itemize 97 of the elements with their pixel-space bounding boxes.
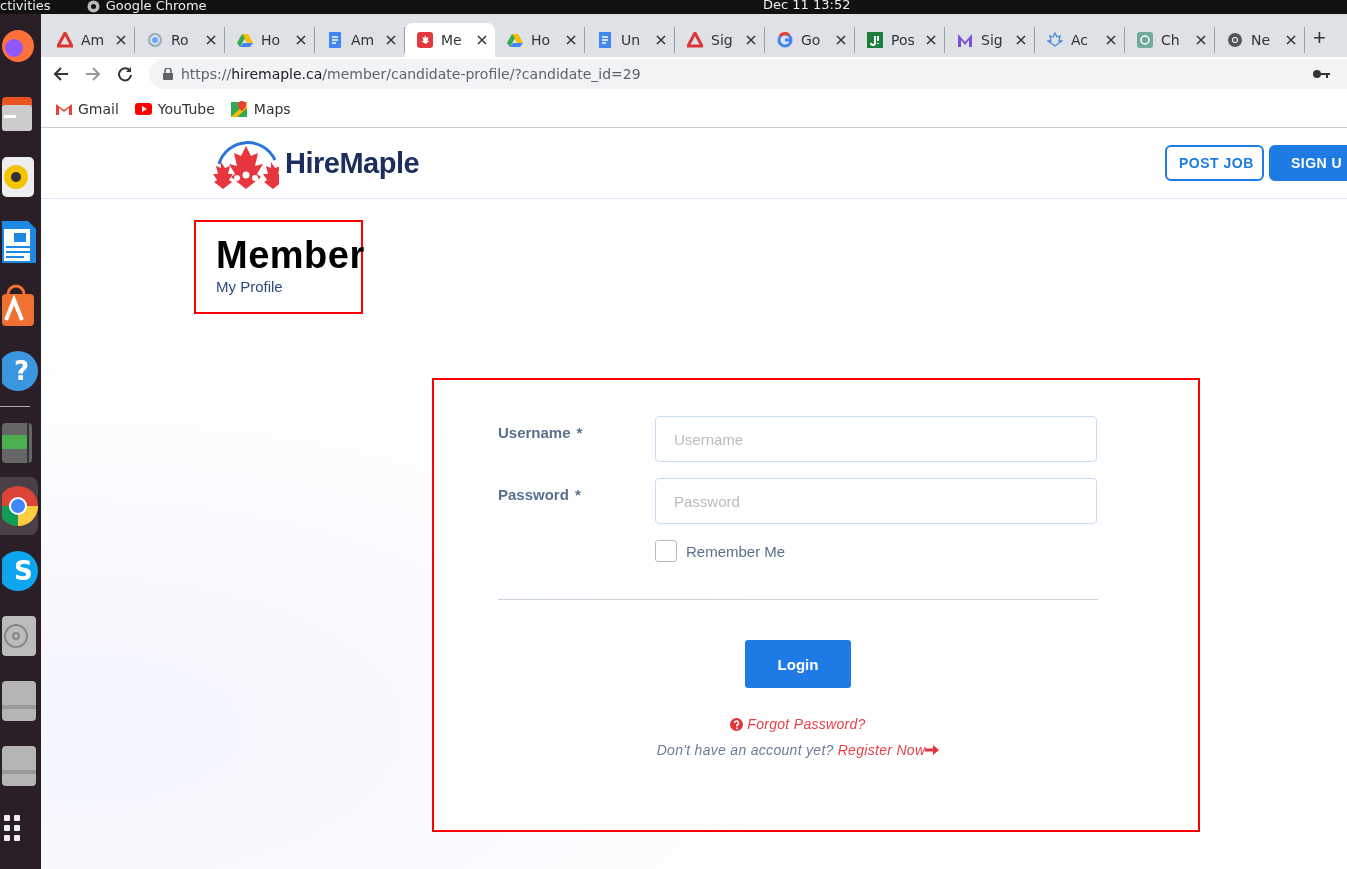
chrome-logo-icon xyxy=(1227,32,1243,48)
close-icon[interactable] xyxy=(1196,35,1206,45)
triangle-logo-icon xyxy=(57,32,73,48)
close-icon[interactable] xyxy=(1286,35,1296,45)
register-link[interactable]: Register Now xyxy=(837,742,926,758)
leaf-outline-icon xyxy=(1047,32,1063,48)
forgot-password-link[interactable]: Forgot Password? xyxy=(747,716,866,732)
close-icon[interactable] xyxy=(746,35,756,45)
icon-glyph: S xyxy=(14,555,33,587)
browser-tab[interactable]: Ho xyxy=(225,27,315,53)
browser-tab[interactable]: Sig xyxy=(675,27,765,53)
tab-title: Ac xyxy=(1071,32,1090,48)
close-icon[interactable] xyxy=(566,35,576,45)
close-icon[interactable] xyxy=(1106,35,1116,45)
input-field[interactable]: Username xyxy=(655,416,1097,462)
tab-title: Me xyxy=(441,32,463,48)
help-icon[interactable] xyxy=(2,349,38,393)
tab-title: Am xyxy=(351,32,376,48)
close-icon[interactable] xyxy=(116,35,126,45)
chrome-logo-icon[interactable] xyxy=(2,484,38,528)
browser-tab[interactable]: Pos xyxy=(855,27,945,53)
question-icon xyxy=(730,717,744,731)
close-icon[interactable] xyxy=(206,35,216,45)
address-bar[interactable]: https://hiremaple.ca/member/candidate-profile/?candidate_id=29 xyxy=(149,58,1347,89)
close-icon[interactable] xyxy=(656,35,666,45)
drive-triangle-icon xyxy=(237,32,253,48)
storage-drive-icon[interactable] xyxy=(2,744,38,788)
bookmark[interactable]: Maps xyxy=(230,100,291,117)
tab-title: Sig xyxy=(981,32,1004,48)
right-arrow-icon xyxy=(925,745,940,755)
disc-drive-icon[interactable] xyxy=(2,614,38,658)
browser-tab[interactable]: Am xyxy=(315,27,405,53)
browser-tab[interactable]: Sig xyxy=(945,27,1035,53)
close-icon[interactable] xyxy=(1016,35,1026,45)
s-letter-icon[interactable] xyxy=(2,549,38,593)
input-field[interactable]: Password xyxy=(655,478,1097,524)
browser-tab[interactable]: Me xyxy=(405,23,495,57)
maple-leaf-icon xyxy=(417,32,433,48)
close-icon[interactable] xyxy=(926,35,936,45)
triangle-logo-icon xyxy=(687,32,703,48)
tab-title: Sig xyxy=(711,32,734,48)
tab-title: Ro xyxy=(171,32,190,48)
brand-name[interactable]: HireMaple xyxy=(285,146,420,180)
browser-tab[interactable]: Am xyxy=(45,27,135,53)
browser-tab[interactable]: Un xyxy=(585,27,675,53)
activities-label[interactable]: ctivities xyxy=(0,0,51,13)
browser-tab[interactable]: Ch xyxy=(1125,27,1215,53)
tab-title: Ch xyxy=(1161,32,1181,48)
m-letter-icon xyxy=(957,32,973,48)
key-icon[interactable] xyxy=(1313,68,1331,79)
browser-tab[interactable]: Go xyxy=(765,27,855,53)
tab-title: Un xyxy=(621,32,642,48)
field-label: Password * xyxy=(498,485,582,505)
google-g-icon xyxy=(777,32,793,48)
storage-drive-icon[interactable] xyxy=(2,679,38,723)
ring-icon xyxy=(147,32,163,48)
clock[interactable]: Dec 11 13:52 xyxy=(763,0,851,12)
browser-tab[interactable]: Ne xyxy=(1215,27,1305,53)
map-pin-icon xyxy=(230,100,248,117)
tab-title: Pos xyxy=(891,32,916,48)
tab-title: Ho xyxy=(531,32,552,48)
tab-title: Am xyxy=(81,32,106,48)
tab-title: Go xyxy=(801,32,822,48)
j-letter-icon xyxy=(867,32,883,48)
app-name[interactable]: Google Chrome xyxy=(105,0,207,13)
close-icon[interactable] xyxy=(477,35,487,45)
reload-icon[interactable] xyxy=(117,65,133,82)
bookmark[interactable]: Gmail xyxy=(55,100,119,117)
tab-title: Ne xyxy=(1251,32,1272,48)
document-icon xyxy=(597,32,613,48)
field-label: Username * xyxy=(498,423,584,443)
icon-glyph: ? xyxy=(14,355,30,387)
play-button-icon xyxy=(134,100,152,117)
register-prompt: Don't have an account yet? xyxy=(656,742,834,758)
drive-triangle-icon xyxy=(507,32,523,48)
post-job-button[interactable]: POST JOB xyxy=(1165,145,1264,181)
dock-item[interactable] xyxy=(0,477,38,535)
browser-tab[interactable]: Ac xyxy=(1035,27,1125,53)
browser-tab[interactable]: Ho xyxy=(495,27,585,53)
new-tab-button[interactable]: + xyxy=(1313,25,1326,51)
close-icon[interactable] xyxy=(836,35,846,45)
forward-icon[interactable] xyxy=(85,65,101,82)
breadcrumb: My Profile xyxy=(216,278,284,295)
checkbox[interactable] xyxy=(655,540,677,562)
url-text[interactable]: https://hiremaple.ca/member/candidate-profile/?candidate_id=29 xyxy=(181,65,641,82)
tab-title: Ho xyxy=(261,32,282,48)
sign-up-button[interactable]: SIGN U xyxy=(1269,145,1347,181)
close-icon[interactable] xyxy=(386,35,396,45)
checkbox-label[interactable]: Remember Me xyxy=(686,542,786,560)
bookmark[interactable]: YouTube xyxy=(134,100,215,117)
document-icon xyxy=(327,32,343,48)
back-icon[interactable] xyxy=(53,65,69,82)
login-button[interactable]: Login xyxy=(745,640,851,688)
lock-icon xyxy=(163,67,173,80)
browser-tab[interactable]: Ro xyxy=(135,27,225,53)
document-icon[interactable] xyxy=(2,219,38,263)
close-icon[interactable] xyxy=(296,35,306,45)
